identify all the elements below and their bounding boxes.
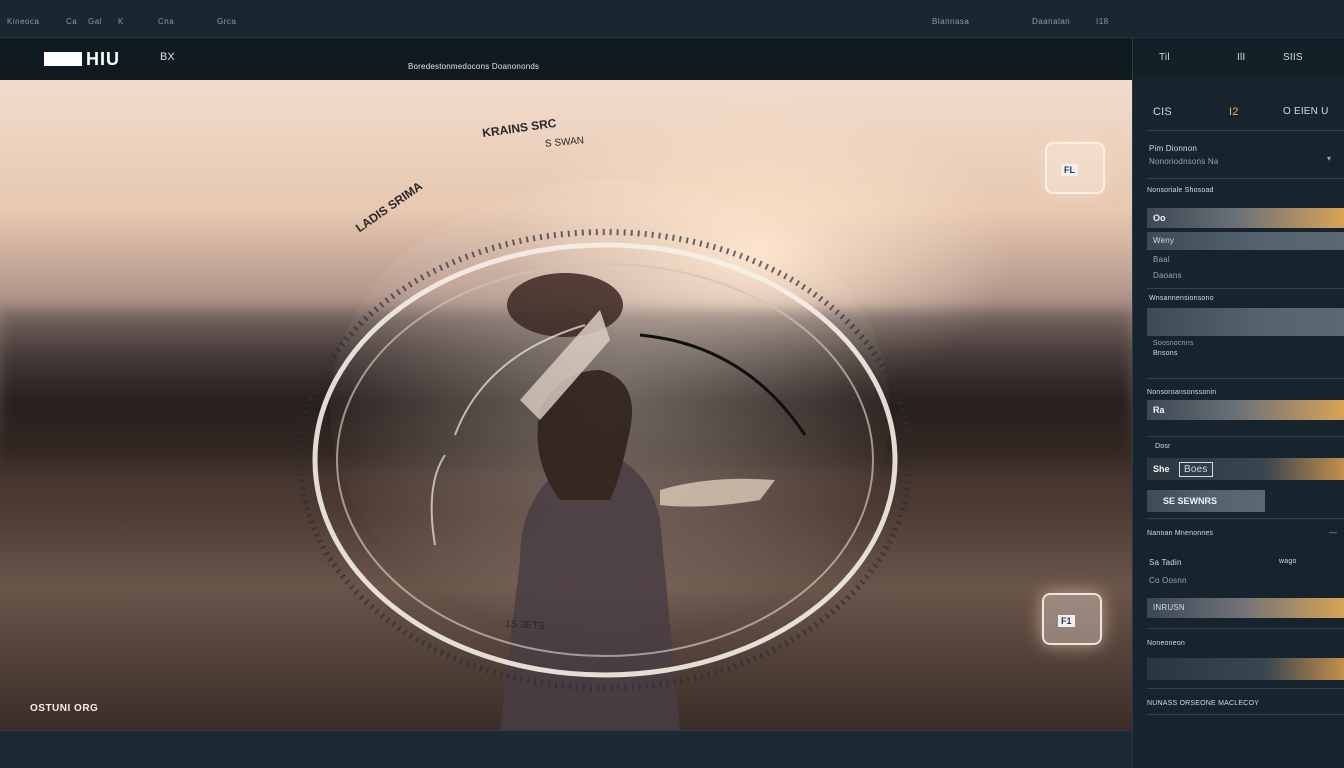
overlay-marker-top[interactable]: FL	[1045, 142, 1105, 194]
panel-tool[interactable]: Til	[1159, 52, 1170, 63]
topbar-item[interactable]: K	[118, 17, 124, 26]
divider	[1147, 688, 1344, 689]
group-label: Noneoneon	[1147, 640, 1185, 647]
field-value: wago	[1279, 558, 1297, 565]
top-toolbar: Kineoca Ca Gal K Cna Grca Blannasa Daana…	[0, 0, 1344, 38]
bottom-bar	[0, 730, 1132, 768]
logo-mark-icon	[44, 52, 82, 66]
divider	[1147, 130, 1344, 131]
hud-ring	[297, 229, 913, 691]
topbar-item[interactable]: Blannasa	[932, 17, 969, 26]
properties-panel: Til IlI SIIS CIS I2 O EIEN U Pim Dionnon…	[1132, 38, 1344, 768]
image-viewport[interactable]: KRAINS SRC S SWAN LADIS SRIMA 1S 3ETS FL…	[0, 80, 1132, 730]
field-bar[interactable]	[1147, 208, 1344, 228]
field-input[interactable]: Boes	[1179, 462, 1213, 477]
panel-tab[interactable]: O EIEN U	[1283, 106, 1329, 117]
group-label: Wnsannensionsono	[1149, 295, 1214, 302]
group-label: Nannan Mnenonnes	[1147, 530, 1214, 537]
group-label: Dosr	[1155, 443, 1171, 450]
field-bar[interactable]	[1147, 658, 1344, 680]
panel-tool[interactable]: IlI	[1237, 52, 1245, 63]
topbar-item[interactable]: Kineoca	[7, 17, 39, 26]
section-title: Pim Dionnon	[1149, 144, 1198, 153]
topbar-item[interactable]: I18	[1096, 17, 1109, 26]
minus-icon[interactable]: —	[1329, 528, 1337, 537]
chevron-down-icon[interactable]: ▾	[1327, 154, 1331, 163]
field-label: INRUSN	[1153, 603, 1185, 612]
divider	[1147, 628, 1344, 629]
topbar-item[interactable]: Grca	[217, 17, 236, 26]
panel-tab-active[interactable]: I2	[1229, 106, 1239, 118]
divider	[1147, 288, 1344, 289]
field-bar[interactable]	[1147, 308, 1344, 336]
field-value: Bnsons	[1153, 350, 1178, 357]
divider	[1147, 378, 1344, 379]
field-label: Weny	[1153, 236, 1175, 245]
field-bar[interactable]	[1147, 458, 1344, 480]
group-label: Nonsoroansonssonin	[1147, 389, 1217, 396]
field-bar[interactable]	[1147, 232, 1344, 250]
divider	[1147, 518, 1344, 519]
field-label: She	[1153, 464, 1170, 474]
section-subtitle: Nonoriodnsons Na	[1149, 157, 1219, 166]
overlay-marker-bottom[interactable]: F1	[1042, 593, 1102, 645]
field-label: Daoans	[1153, 271, 1182, 280]
topbar-item[interactable]: Daanalan	[1032, 17, 1070, 26]
marker-label: F1	[1058, 615, 1075, 627]
marker-label: FL	[1061, 164, 1078, 176]
divider	[1147, 714, 1344, 715]
field-bar[interactable]	[1147, 400, 1344, 420]
field-label: Co Oosnn	[1149, 576, 1187, 585]
field-label: Baal	[1153, 255, 1170, 264]
topbar-item[interactable]: Ca	[66, 17, 77, 26]
footer-label: NUNASS ORSEONE MACLECOY	[1147, 700, 1259, 707]
image-caption: OSTUNI ORG	[30, 703, 99, 714]
app-logo[interactable]: HIU	[44, 49, 120, 70]
field-label: SE SEWNRS	[1163, 496, 1218, 506]
divider	[1147, 178, 1344, 179]
field-sub: Soosnocnns	[1153, 340, 1194, 347]
panel-tool[interactable]: SIIS	[1283, 52, 1303, 63]
divider	[1147, 436, 1344, 437]
topbar-item[interactable]: Cna	[158, 17, 174, 26]
panel-tab[interactable]: CIS	[1153, 106, 1172, 118]
header-subtitle: Boredestonmedocons Doanononds	[408, 62, 540, 71]
topbar-item[interactable]: Gal	[88, 17, 102, 26]
panel-toolbar: Til IlI SIIS	[1133, 38, 1344, 78]
field-label: Oo	[1153, 213, 1166, 223]
field-label: Ra	[1153, 405, 1165, 415]
field-label: Sa Tadin	[1149, 558, 1182, 567]
logo-text: HIU	[86, 49, 120, 69]
group-label: Nonsoriale Shosoad	[1147, 187, 1214, 194]
header-badge[interactable]: BX	[160, 51, 175, 63]
